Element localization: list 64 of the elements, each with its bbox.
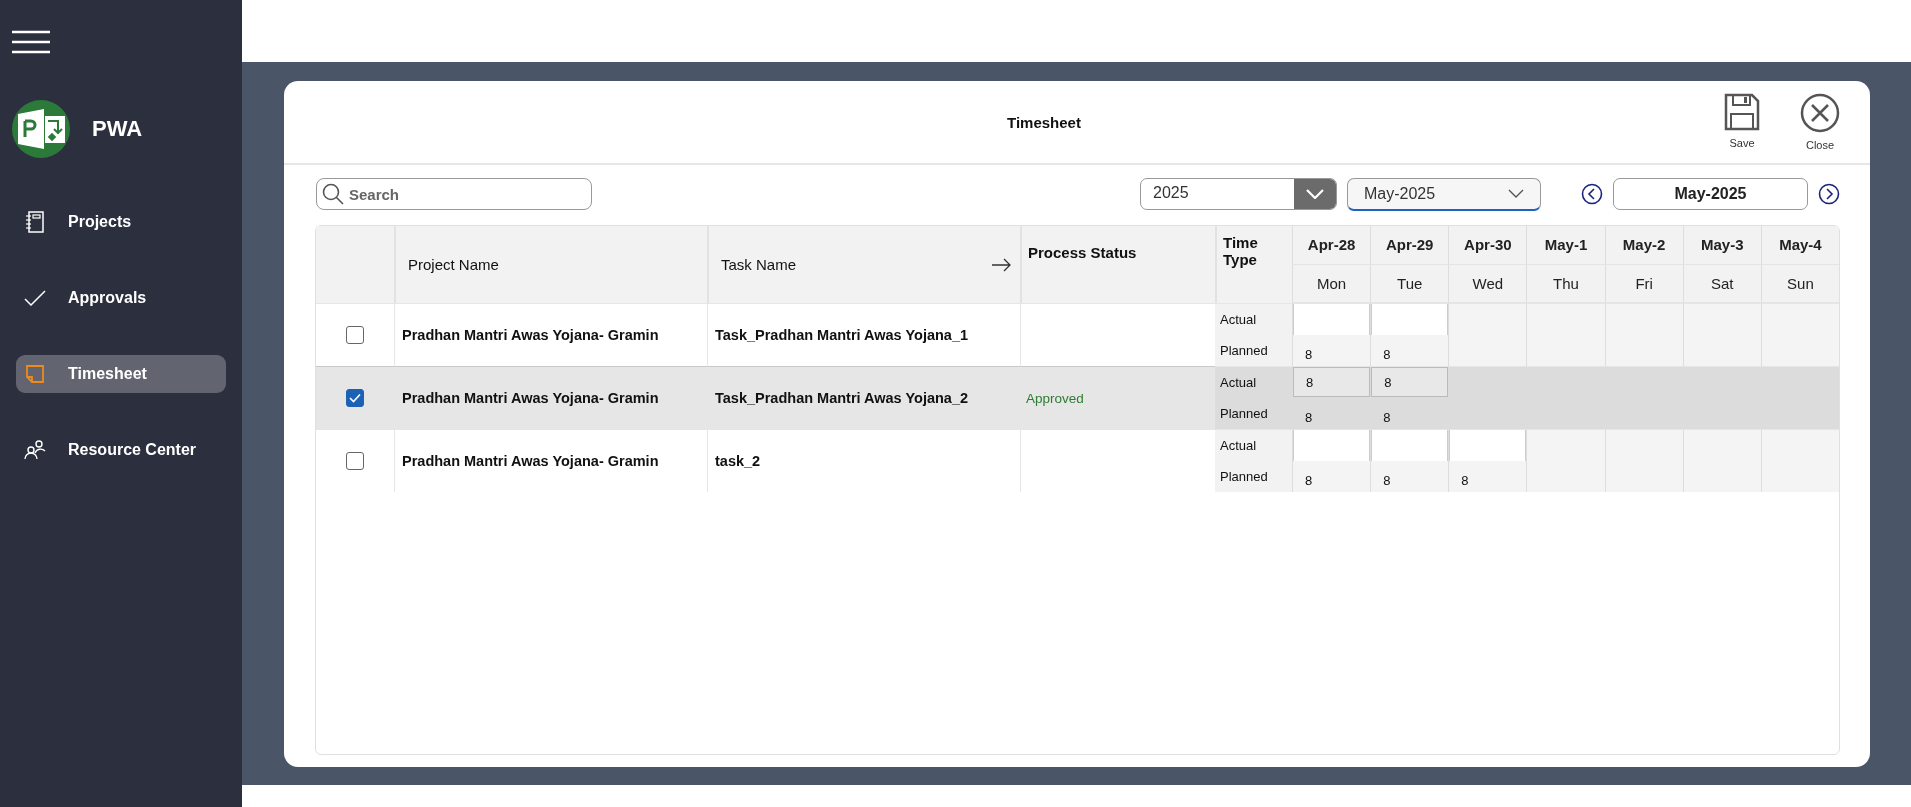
status-text: Approved [1026,390,1084,406]
table-cell: Task_Pradhan Mantri Awas Yojana_1 [707,303,1020,366]
logo-icon [12,100,70,158]
time-type-label: Planned [1215,398,1292,429]
people-icon [24,440,46,460]
next-icon[interactable] [1818,183,1840,205]
notebook-icon [24,211,46,233]
checkmark-icon [349,393,361,403]
arrow-icon[interactable] [992,257,1012,272]
search-icon [322,183,344,205]
weekday-header: Fri [1604,264,1683,303]
weekday-header: Sun [1760,264,1839,303]
date-header: May-4 [1760,226,1839,265]
period-display: May-2025 [1613,178,1808,210]
note-icon [24,365,46,383]
table-cell: Pradhan Mantri Awas Yojana- Gramin [394,366,707,429]
date-header: May-2 [1604,226,1683,265]
hours-input[interactable]: 8 [1371,367,1449,397]
app-name: PWA [92,116,143,142]
sidebar-item[interactable]: Approvals [16,279,226,317]
hours-input[interactable] [1293,304,1371,335]
hours-input[interactable] [1293,430,1371,461]
dialog-title: Timesheet [1006,113,1082,131]
search-field[interactable]: Search [316,178,592,210]
menu-icon[interactable] [12,30,50,54]
date-header: May-1 [1526,226,1605,265]
date-header: Apr-29 [1370,226,1449,265]
weekday-header: Thu [1526,264,1605,303]
hours-input[interactable] [1449,430,1527,461]
column-header: Time Type [1215,226,1292,303]
month-dropdown[interactable]: May-2025 [1347,177,1541,211]
table-cell: Pradhan Mantri Awas Yojana- Gramin [394,303,707,366]
column-header: Process Status [1020,226,1215,303]
chevron-down-icon [1508,189,1524,198]
chevron-down-icon [1306,189,1324,199]
sidebar-item[interactable]: Resource Center [16,431,226,469]
weekday-header: Sat [1682,264,1761,303]
time-type-label: Planned [1215,335,1292,366]
checkmark-icon [24,290,46,306]
hours-input[interactable]: 8 [1293,367,1371,397]
row-checkbox[interactable] [346,326,364,344]
column-header-label: Task Name [721,256,797,273]
time-type-label: Actual [1215,367,1292,398]
hours-input[interactable] [1371,430,1449,461]
date-header: Apr-28 [1292,226,1371,265]
row-checkbox[interactable] [346,389,364,407]
time-type-label: Actual [1215,430,1292,461]
hours-input[interactable] [1371,304,1449,335]
previous-icon[interactable] [1581,183,1603,205]
row-checkbox[interactable] [346,452,364,470]
weekday-header: Tue [1370,264,1449,303]
column-header: Project Name [394,226,707,303]
weekday-header: Mon [1292,264,1371,303]
date-header: May-3 [1682,226,1761,265]
year-dropdown[interactable]: 2025 [1140,178,1337,210]
time-type-label: Planned [1215,461,1292,492]
weekday-header: Wed [1448,264,1527,303]
sidebar-item[interactable]: Timesheet [16,355,226,393]
table-cell: Pradhan Mantri Awas Yojana- Gramin [394,429,707,492]
table-cell: Task_Pradhan Mantri Awas Yojana_2 [707,366,1020,429]
sidebar-item[interactable]: Projects [16,203,226,241]
table-cell: task_2 [707,429,1020,492]
time-type-label: Actual [1215,304,1292,335]
date-header: Apr-30 [1448,226,1527,265]
